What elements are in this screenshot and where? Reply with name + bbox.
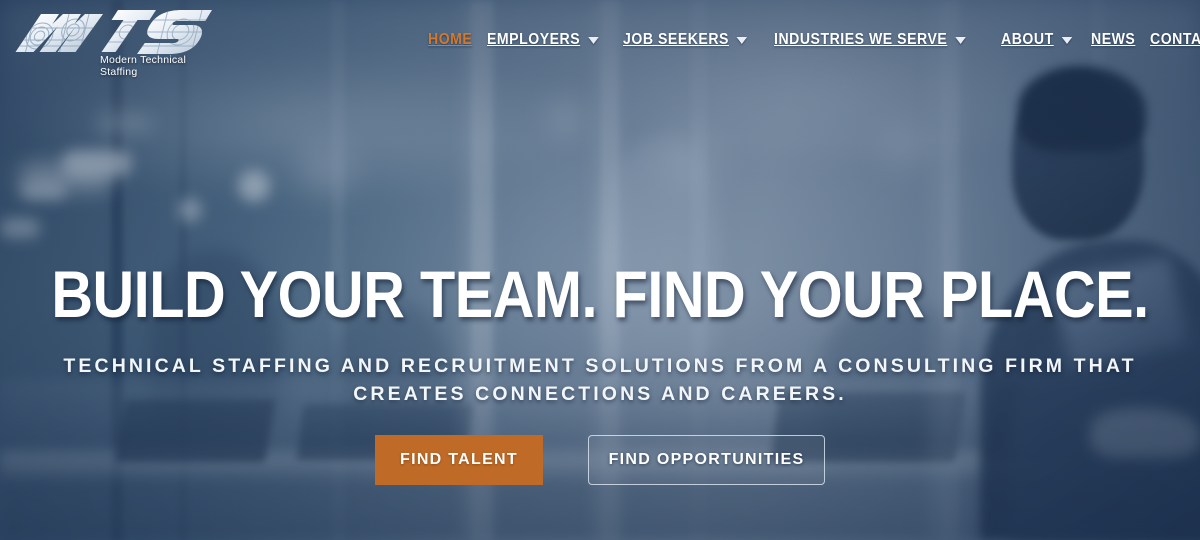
main-navigation: HOME EMPLOYERS JOB SEEKERS INDUSTRIES WE…: [428, 31, 1200, 49]
chevron-down-icon[interactable]: [588, 36, 600, 44]
bokeh-light: [545, 96, 585, 136]
bokeh-light: [300, 142, 354, 196]
nav-item-job-seekers[interactable]: JOB SEEKERS: [623, 31, 748, 49]
hero-subheadline: TECHNICAL STAFFING AND RECRUITMENT SOLUT…: [63, 355, 1137, 405]
nav-item-employers[interactable]: EMPLOYERS: [487, 31, 600, 49]
nav-label-employers: EMPLOYERS: [487, 31, 581, 48]
nav-item-news[interactable]: NEWS: [1091, 31, 1135, 49]
site-header: Modern Technical Staffing HOME EMPLOYERS…: [0, 0, 1200, 82]
nav-item-about[interactable]: ABOUT: [1001, 31, 1072, 49]
nav-label-industries-we-serve: INDUSTRIES WE SERVE: [773, 31, 947, 48]
nav-item-industries-we-serve[interactable]: INDUSTRIES WE SERVE: [774, 31, 966, 49]
bokeh-light: [0, 218, 40, 238]
site-logo[interactable]: Modern Technical Staffing: [4, 2, 219, 78]
bokeh-light: [178, 198, 202, 222]
bokeh-light: [96, 112, 154, 134]
nav-item-contact[interactable]: CONTACT: [1150, 31, 1200, 49]
find-talent-button[interactable]: FIND TALENT: [375, 435, 543, 485]
hero-content: BUILD YOUR TEAM. FIND YOUR PLACE. TECHNI…: [0, 258, 1200, 485]
chevron-down-icon[interactable]: [1061, 36, 1072, 44]
bokeh-light: [880, 120, 930, 170]
nav-label-news: NEWS: [1090, 31, 1135, 48]
bokeh-light: [18, 162, 114, 192]
nav-item-home[interactable]: HOME: [428, 31, 472, 49]
hero-banner: Modern Technical Staffing HOME EMPLOYERS…: [0, 0, 1200, 540]
find-opportunities-button[interactable]: FIND OPPORTUNITIES: [588, 435, 825, 485]
hero-cta-row: FIND TALENT FIND OPPORTUNITIES: [0, 435, 1200, 485]
hero-headline: BUILD YOUR TEAM. FIND YOUR PLACE.: [51, 258, 1149, 333]
nav-label-about: ABOUT: [1000, 31, 1054, 48]
chevron-down-icon[interactable]: [954, 36, 966, 44]
nav-label-contact: CONTACT: [1149, 31, 1200, 48]
nav-label-job-seekers: JOB SEEKERS: [623, 31, 730, 48]
logo-tagline: Modern Technical Staffing: [100, 54, 187, 78]
chevron-down-icon[interactable]: [737, 36, 748, 44]
nav-label-home: HOME: [428, 31, 473, 48]
bokeh-light: [238, 170, 270, 202]
